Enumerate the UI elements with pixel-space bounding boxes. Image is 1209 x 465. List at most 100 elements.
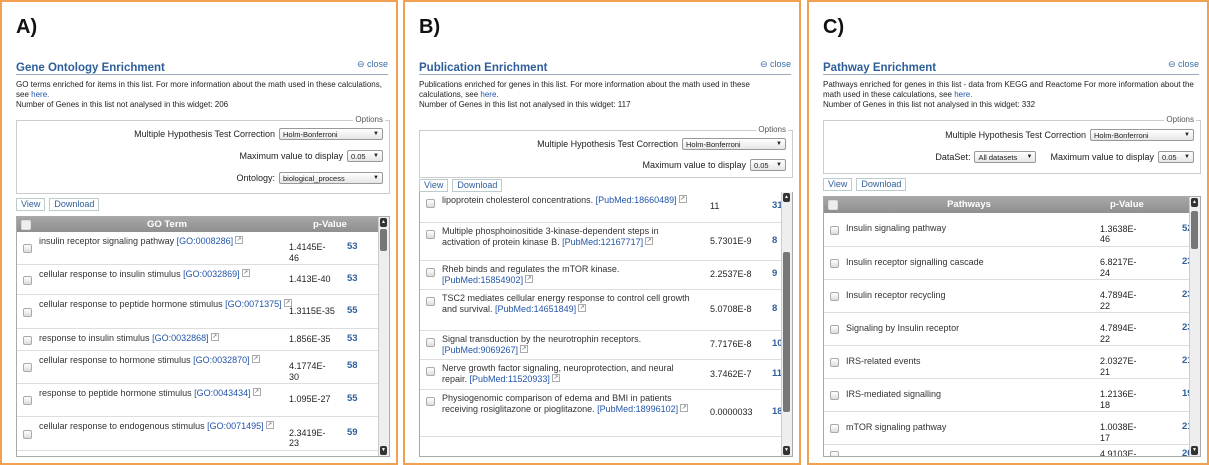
help-link[interactable]: here. [31,90,49,99]
external-link-icon[interactable]: ↗ [265,421,274,429]
ontology-select[interactable]: biological_process ▼ [279,172,383,184]
scroll-thumb[interactable] [380,229,387,251]
row-checkbox[interactable] [830,451,839,456]
term-id-link[interactable]: [PubMed:18996102] [597,404,678,414]
term-id-link[interactable]: [GO:0032868] [152,333,209,343]
row-term: Insulin signaling pathway [846,223,1086,234]
row-checkbox[interactable] [426,367,435,376]
scroll-down-icon[interactable]: ▼ [380,446,387,455]
widget-description: Pathways enriched for genes in this list… [823,80,1201,110]
external-link-icon[interactable]: ↗ [235,236,244,244]
term-id-link[interactable]: [GO:0043434] [194,388,251,398]
gene-count-link[interactable]: 58 [347,360,358,372]
external-link-icon[interactable]: ↗ [678,195,687,203]
row-checkbox[interactable] [426,268,435,277]
select-all-checkbox[interactable] [828,200,838,210]
scrollbar[interactable]: ▲ ▼ [1189,197,1200,456]
correction-select[interactable]: Holm-Bonferroni ▼ [279,128,383,140]
row-checkbox[interactable] [830,358,839,367]
scroll-up-icon[interactable]: ▲ [1191,198,1198,207]
max-value-value: 0.05 [351,151,366,161]
term-name: Rheb binds and regulates the mTOR kinase… [442,264,620,274]
gene-count-link[interactable]: 8 [772,235,777,247]
correction-select[interactable]: Holm-Bonferroni ▼ [1090,129,1194,141]
external-link-icon[interactable]: ↗ [578,303,587,312]
gene-count-link[interactable]: 9 [772,268,777,280]
view-button[interactable]: View [16,198,46,211]
close-button[interactable]: ⊖ close [1168,59,1199,70]
term-id-link[interactable]: [PubMed:15854902] [442,275,523,285]
description-text: Publications enriched for genes in this … [419,80,750,99]
download-button[interactable]: Download [856,178,907,191]
row-checkbox[interactable] [426,230,435,239]
term-id-link[interactable]: [PubMed:12167717] [562,237,643,247]
row-checkbox[interactable] [830,391,839,400]
gene-count-link[interactable]: 8 [772,303,777,315]
download-button[interactable]: Download [49,198,100,211]
row-checkbox[interactable] [23,307,32,317]
external-link-icon[interactable]: ↗ [241,269,250,277]
term-id-link[interactable]: [PubMed:14651849] [495,304,576,314]
term-id-link[interactable]: [PubMed:11520933] [470,374,550,384]
scroll-thumb[interactable] [783,252,790,412]
help-link[interactable]: here. [480,90,498,99]
row-checkbox[interactable] [23,429,32,439]
term-id-link[interactable]: [GO:0071375] [225,299,282,309]
term-id-link[interactable]: [GO:0032870] [193,355,250,365]
scrollbar[interactable]: ▲ ▼ [781,192,792,456]
row-checkbox[interactable] [426,338,435,347]
gene-count-link[interactable]: 53 [347,333,358,345]
view-button[interactable]: View [823,178,853,191]
scrollbar[interactable]: ▲ ▼ [378,217,389,456]
widget-title-bar: Pathway Enrichment ⊖ close [823,58,1199,75]
external-link-icon[interactable]: ↗ [645,236,654,245]
term-id-link[interactable]: [GO:0071495] [207,421,264,431]
row-checkbox[interactable] [23,363,32,372]
term-id-link[interactable]: [PubMed:9069267] [442,345,518,355]
external-link-icon[interactable]: ↗ [252,388,261,396]
close-button[interactable]: ⊖ close [760,59,791,70]
gene-count-link[interactable]: 59 [347,427,358,439]
row-checkbox[interactable] [426,397,435,406]
row-checkbox[interactable] [830,424,839,433]
row-checkbox[interactable] [426,297,435,306]
row-checkbox[interactable] [426,199,435,208]
download-button[interactable]: Download [452,179,503,192]
correction-select[interactable]: Holm-Bonferroni ▼ [682,138,786,150]
external-link-icon[interactable]: ↗ [520,344,529,353]
scroll-up-icon[interactable]: ▲ [783,193,790,202]
external-link-icon[interactable]: ↗ [551,373,560,382]
help-link[interactable]: here. [954,90,972,99]
row-checkbox[interactable] [23,244,32,253]
dataset-select[interactable]: All datasets ▼ [974,151,1037,163]
scroll-down-icon[interactable]: ▼ [1191,446,1198,455]
gene-count-link[interactable]: 53 [347,273,358,285]
max-value-select[interactable]: 0.05 ▼ [347,150,383,162]
scroll-down-icon[interactable]: ▼ [783,446,790,455]
row-checkbox[interactable] [23,275,32,285]
correction-label: Multiple Hypothesis Test Correction [134,129,275,139]
row-checkbox[interactable] [830,259,839,268]
gene-count-link[interactable]: 55 [347,393,358,405]
row-checkbox[interactable] [830,292,839,301]
view-button[interactable]: View [419,179,449,192]
max-value-select[interactable]: 0.05 ▼ [750,159,786,171]
term-id-link[interactable]: [GO:0008286] [177,236,234,246]
max-value-select[interactable]: 0.05 ▼ [1158,151,1194,163]
scroll-thumb[interactable] [1191,211,1198,249]
scroll-up-icon[interactable]: ▲ [380,218,387,227]
row-checkbox[interactable] [23,396,32,405]
row-checkbox[interactable] [830,325,839,334]
row-checkbox[interactable] [23,335,32,345]
close-button[interactable]: ⊖ close [357,59,388,70]
external-link-icon[interactable]: ↗ [525,274,534,283]
term-id-link[interactable]: [GO:0032869] [183,269,240,279]
external-link-icon[interactable]: ↗ [680,403,689,412]
gene-count-link[interactable]: 55 [347,305,358,317]
select-all-checkbox[interactable] [21,220,31,230]
gene-count-link[interactable]: 53 [347,241,358,253]
external-link-icon[interactable]: ↗ [251,355,260,363]
external-link-icon[interactable]: ↗ [210,333,219,341]
term-id-link[interactable]: [PubMed:18660489] [596,195,677,205]
row-checkbox[interactable] [830,225,839,235]
